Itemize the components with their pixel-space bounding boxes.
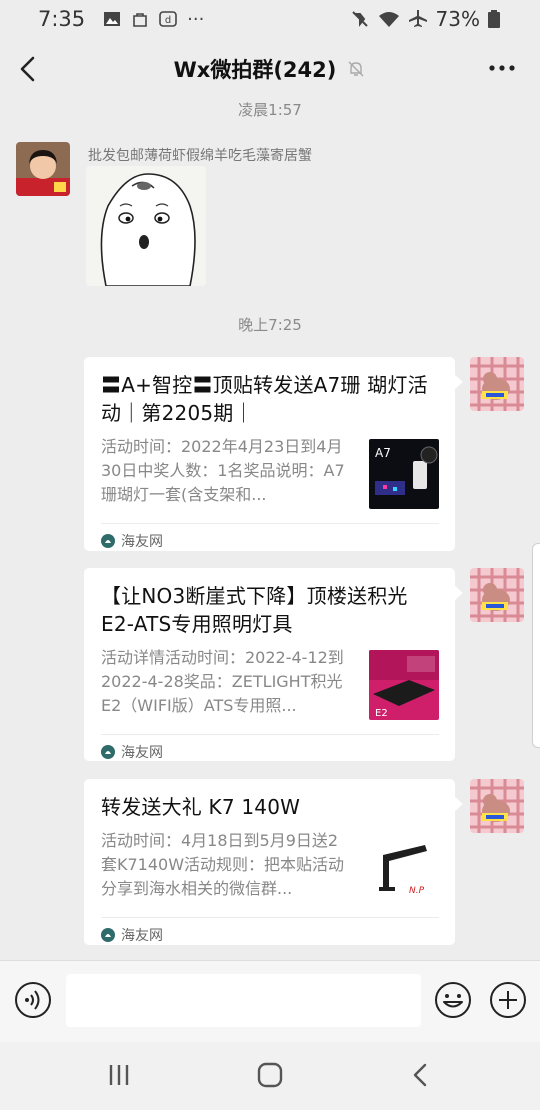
card-description: 活动时间：4月18日到5月9日送2套K7140W活动规则：把本贴活动分享到海水相… <box>101 831 345 898</box>
haiyou-logo-icon <box>101 744 115 759</box>
my-avatar[interactable] <box>470 779 524 833</box>
app-d-icon: d <box>159 11 177 27</box>
chat-title: Wx微拍群(242) <box>173 58 337 82</box>
status-time: 7:35 <box>38 7 86 31</box>
card-source: 海友网 <box>121 927 163 944</box>
sender-name: 批发包邮薄荷虾假绵羊吃毛藻寄居蟹 <box>88 148 312 164</box>
home-icon[interactable] <box>255 1060 285 1090</box>
recent-apps-icon[interactable] <box>104 1060 134 1090</box>
card-footer: 海友网 <box>101 917 439 951</box>
bag-icon <box>133 13 147 27</box>
card-title: 转发送大礼 K7 140W <box>101 795 301 819</box>
wifi-icon <box>378 12 399 27</box>
message-timestamp: 晚上7:25 <box>238 316 302 334</box>
sender-avatar[interactable] <box>16 142 70 196</box>
chat-input-bar <box>0 960 540 1042</box>
my-avatar[interactable] <box>470 357 524 411</box>
emoji-icon[interactable] <box>434 981 472 1019</box>
battery-percent: 73% <box>435 7 480 31</box>
gallery-icon <box>104 12 121 26</box>
my-avatar[interactable] <box>470 568 524 622</box>
article-card[interactable]: 转发送大礼 K7 140W 活动时间：4月18日到5月9日送2套K7140W活动… <box>84 779 463 945</box>
battery-icon <box>488 10 500 28</box>
card-title: 【让NO3断崖式下降】顶楼送积光E2-ATS专用照明灯具 <box>101 584 408 636</box>
status-bar: 7:35 d ··· 73% <box>0 0 540 38</box>
card-title: 〓A+智控〓顶贴转发送A7珊 瑚灯活动｜第2205期｜ <box>101 373 428 425</box>
card-thumbnail: E2 <box>369 650 439 720</box>
voice-icon[interactable] <box>14 981 52 1019</box>
card-footer: 海友网 <box>101 523 439 557</box>
haiyou-logo-icon <box>101 927 115 942</box>
card-description: 活动详情活动时间：2022-4-12到2022-4-28奖品：ZETLIGHT积… <box>101 648 344 715</box>
system-back-icon[interactable] <box>406 1060 436 1090</box>
card-thumbnail: N.P <box>369 833 439 903</box>
card-thumbnail: A7 <box>369 439 439 509</box>
more-notifications-icon: ··· <box>187 8 205 30</box>
system-nav-bar <box>0 1042 540 1110</box>
article-card[interactable]: 〓A+智控〓顶贴转发送A7珊 瑚灯活动｜第2205期｜ 活动时间：2022年4月… <box>84 357 463 551</box>
card-description: 活动时间：2022年4月23日到4月30日中奖人数：1名奖品说明：A7珊瑚灯一套… <box>101 437 345 504</box>
card-thumb-label: N.P <box>409 886 425 896</box>
chat-header: Wx微拍群(242) <box>0 42 540 96</box>
more-dots-icon[interactable] <box>486 56 518 80</box>
card-thumb-label: E2 <box>375 708 388 719</box>
svg-text:d: d <box>165 15 171 26</box>
airplane-icon <box>408 10 427 27</box>
scrollbar-handle[interactable] <box>532 543 540 748</box>
haiyou-logo-icon <box>101 533 115 548</box>
chat-title-group: Wx微拍群(242) <box>174 54 367 84</box>
plus-icon[interactable] <box>489 981 527 1019</box>
card-source: 海友网 <box>121 533 163 550</box>
vibrate-icon <box>351 11 368 27</box>
card-footer: 海友网 <box>101 734 439 768</box>
message-input[interactable] <box>66 974 421 1027</box>
article-card[interactable]: 【让NO3断崖式下降】顶楼送积光E2-ATS专用照明灯具 活动详情活动时间：20… <box>84 568 463 761</box>
card-source: 海友网 <box>121 744 163 761</box>
card-thumb-label: A7 <box>375 446 391 460</box>
sticker-image[interactable] <box>86 166 206 286</box>
mute-bell-icon <box>348 61 364 77</box>
back-arrow-icon[interactable] <box>14 52 44 86</box>
message-timestamp: 凌晨1:57 <box>238 101 302 119</box>
